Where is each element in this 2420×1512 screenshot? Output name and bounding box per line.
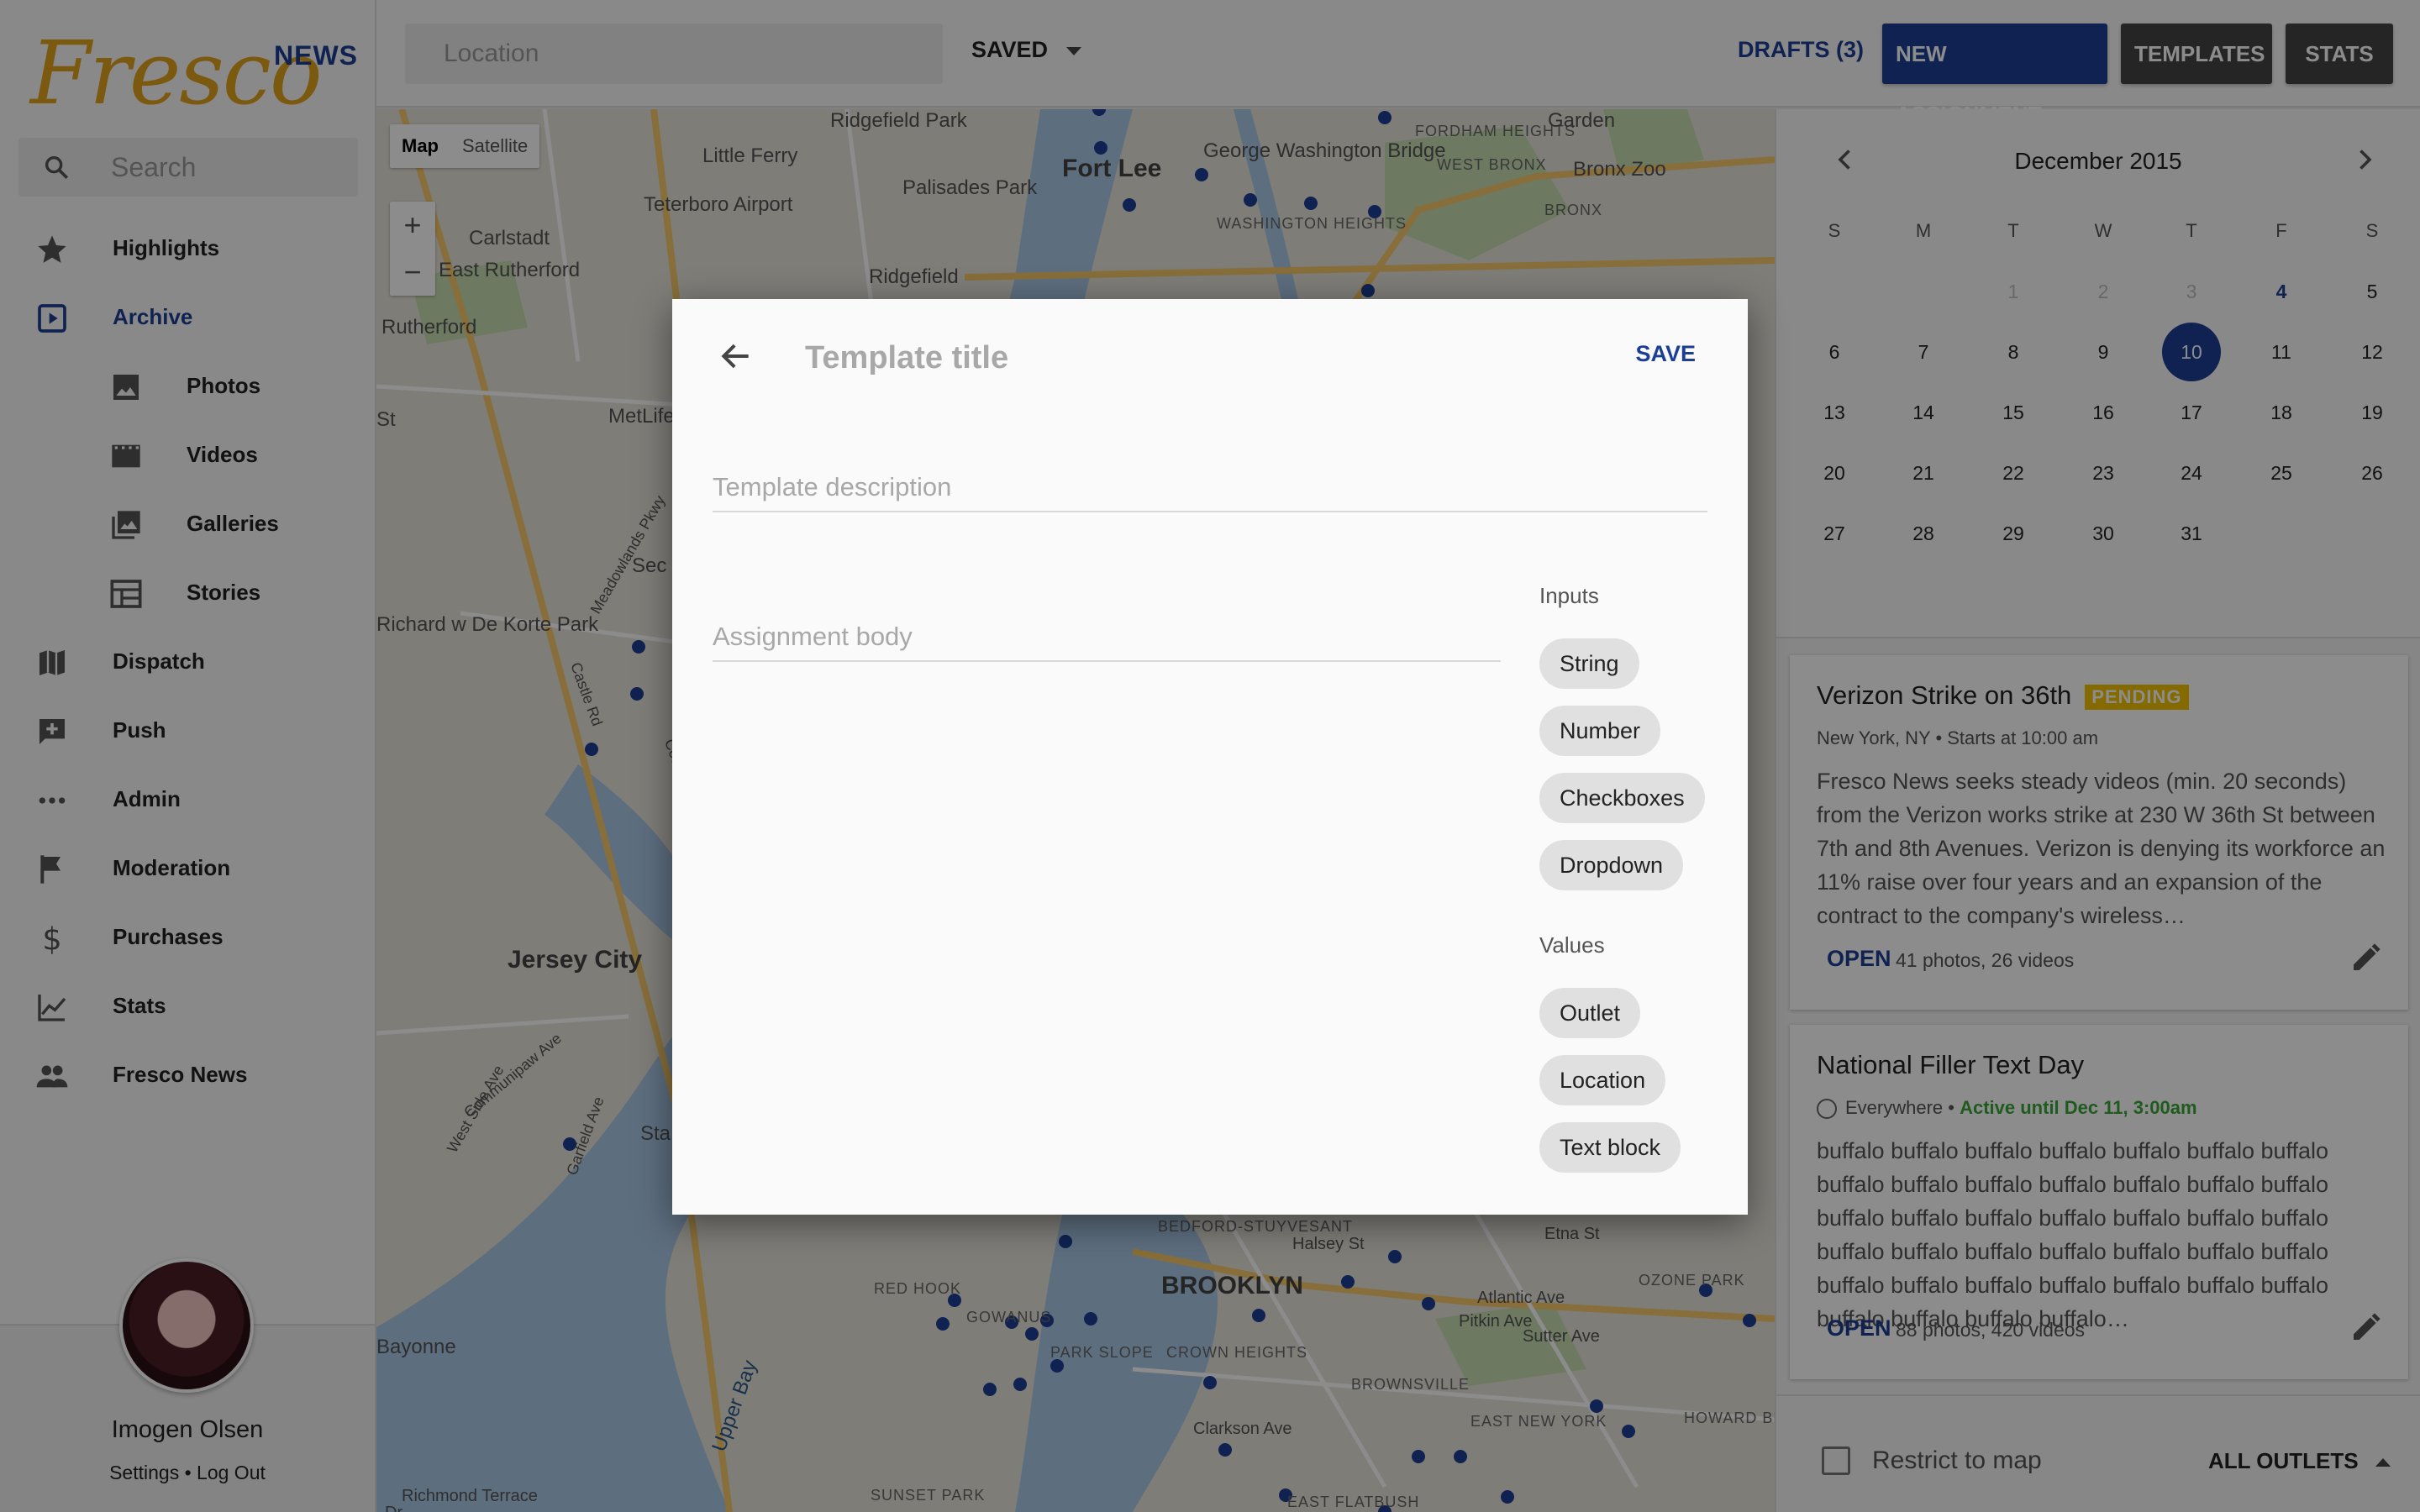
values-section-label: Values: [1539, 932, 1605, 958]
chip-input-dropdown[interactable]: Dropdown: [1539, 840, 1684, 890]
template-title-input[interactable]: [805, 333, 1494, 383]
template-description-input[interactable]: [713, 464, 1707, 512]
template-modal: SAVE Inputs String Number Checkboxes Dro…: [672, 299, 1748, 1215]
assignment-body-input[interactable]: [713, 613, 1501, 662]
back-arrow-icon[interactable]: [718, 338, 755, 375]
save-button[interactable]: SAVE: [1635, 341, 1696, 367]
chip-value-location[interactable]: Location: [1539, 1055, 1666, 1105]
chip-input-checkboxes[interactable]: Checkboxes: [1539, 773, 1705, 823]
chip-input-number[interactable]: Number: [1539, 706, 1661, 756]
inputs-section-label: Inputs: [1539, 583, 1599, 608]
chip-input-string[interactable]: String: [1539, 638, 1639, 689]
chip-value-text-block[interactable]: Text block: [1539, 1122, 1681, 1173]
chip-value-outlet[interactable]: Outlet: [1539, 988, 1641, 1038]
